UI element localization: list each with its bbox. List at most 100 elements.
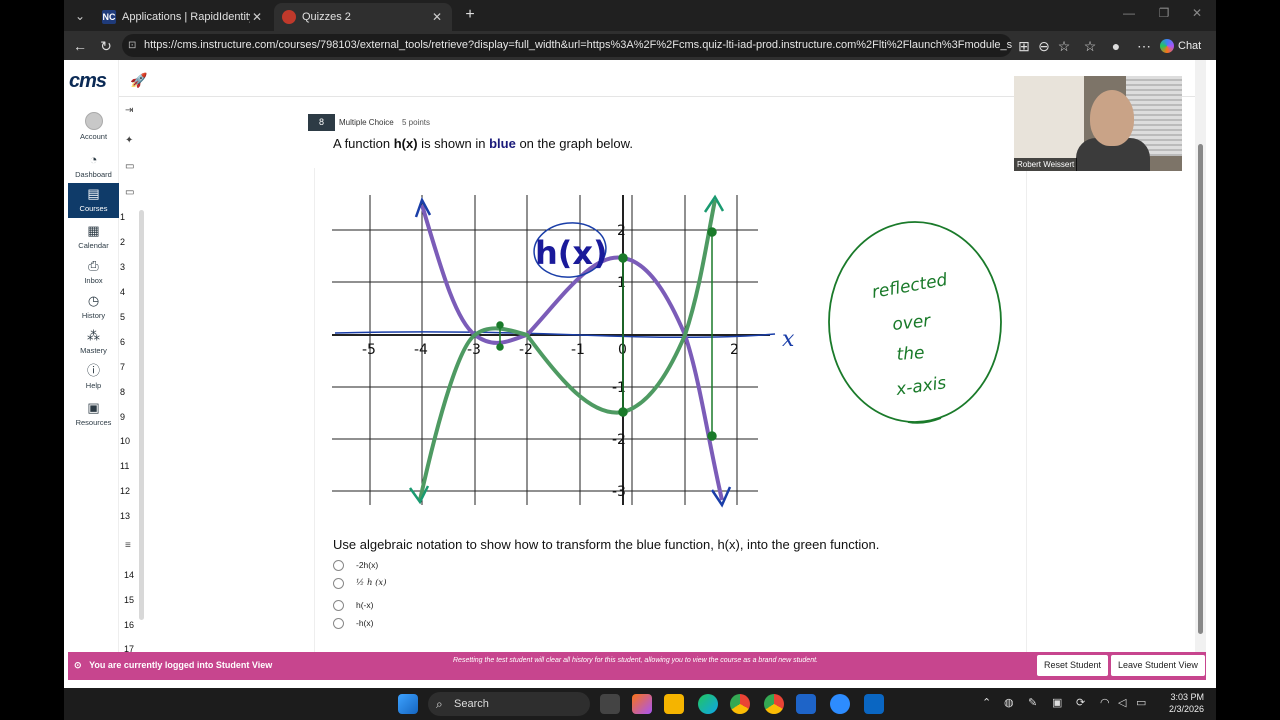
reset-notice: Resetting the test student will clear al… — [453, 657, 818, 664]
dashboard-icon: ◔ — [89, 152, 98, 167]
cms-logo[interactable]: cms — [69, 70, 119, 94]
question-link[interactable]: 7 — [120, 362, 125, 372]
back-icon[interactable]: ← — [70, 36, 90, 56]
taskbar-search[interactable]: ⌕ Search — [428, 692, 590, 716]
favorite-star-icon[interactable]: ☆ — [1054, 36, 1074, 56]
taskbar: ⌕ Search ⌃ ◍ ✎ ▣ ⟳ ◠ ◁ ▭ 3:03 PM 2/3/202… — [64, 688, 1216, 720]
close-tab-icon[interactable]: ✕ — [250, 10, 264, 24]
search-label: Search — [454, 698, 489, 710]
site-info-icon[interactable]: ⊡ — [128, 34, 136, 57]
collapse-icon[interactable]: ⇥ — [125, 105, 133, 116]
webcam-overlay[interactable]: Robert Weissert — [1014, 76, 1182, 171]
calculator-icon[interactable]: ▭ — [125, 187, 134, 198]
nav-account[interactable]: Account — [68, 112, 119, 146]
nav-help[interactable]: ⓘ Help — [68, 363, 119, 397]
radio-button[interactable] — [333, 617, 344, 629]
question-link[interactable]: 4 — [120, 287, 125, 297]
task-view-icon[interactable] — [600, 694, 620, 714]
radio-button[interactable] — [333, 577, 344, 589]
answer-option[interactable]: ½ h (x) — [333, 576, 387, 590]
question-link[interactable]: 3 — [120, 262, 125, 272]
minimize-icon[interactable]: — — [1114, 6, 1144, 20]
nav-mastery[interactable]: ⁂ Mastery — [68, 328, 119, 362]
apps-icon[interactable]: ⊞ — [1014, 36, 1034, 56]
tab-rapididentity[interactable]: NC Applications | RapidIdentity ✕ — [94, 3, 272, 31]
chrome-profile-icon[interactable] — [764, 694, 784, 714]
maximize-icon[interactable]: ❐ — [1149, 6, 1179, 20]
close-window-icon[interactable]: ✕ — [1182, 6, 1212, 20]
edge-icon[interactable] — [698, 694, 718, 714]
option-label: h(-x) — [356, 600, 374, 610]
tab-list-icon[interactable]: ⌄ — [70, 6, 90, 26]
more-icon[interactable]: ⋯ — [1134, 36, 1154, 56]
screen-capture-icon[interactable] — [864, 694, 884, 714]
answer-option[interactable]: -h(x) — [333, 616, 373, 630]
tray-meet-icon[interactable]: ▣ — [1052, 696, 1062, 709]
start-icon[interactable] — [398, 694, 418, 714]
pin-icon[interactable]: ✦ — [125, 135, 133, 146]
clock[interactable]: 3:03 PM 2/3/2026 — [1158, 691, 1204, 715]
nav-history[interactable]: ◷ History — [68, 293, 119, 327]
question-link[interactable]: 16 — [124, 620, 134, 630]
nav-dashboard[interactable]: ◔ Dashboard — [68, 152, 119, 186]
nav-courses[interactable]: ▤ Courses — [68, 183, 119, 218]
zoom-icon[interactable] — [830, 694, 850, 714]
question-link[interactable]: 9 — [120, 412, 125, 422]
tab-quizzes[interactable]: Quizzes 2 ✕ — [274, 3, 452, 31]
question-link[interactable]: 12 — [120, 486, 130, 496]
question-nav-scrollbar[interactable] — [139, 210, 144, 620]
student-view-message: ⊙ You are currently logged into Student … — [74, 660, 272, 671]
y-tick-label: 2 — [617, 223, 626, 239]
nav-calendar[interactable]: ▦ Calendar — [68, 223, 119, 257]
reload-icon[interactable]: ↻ — [96, 36, 116, 56]
tray-app-icon[interactable]: ◍ — [1004, 696, 1014, 709]
outlook-icon[interactable] — [796, 694, 816, 714]
question-link[interactable]: 14 — [124, 570, 134, 580]
rocket-icon[interactable]: 🚀 — [130, 72, 147, 89]
new-tab-icon[interactable]: + — [460, 6, 480, 24]
copilot-icon[interactable] — [632, 694, 652, 714]
question-link[interactable]: 10 — [120, 436, 130, 446]
battery-icon[interactable]: ▭ — [1136, 696, 1146, 709]
question-link[interactable]: 1 — [120, 212, 125, 222]
list-icon[interactable]: ≡ — [125, 540, 131, 551]
question-link[interactable]: 5 — [120, 312, 125, 322]
question-link[interactable]: 2 — [120, 237, 125, 247]
prompt-color-word: blue — [489, 136, 516, 151]
file-explorer-icon[interactable] — [664, 694, 684, 714]
x-tick-label: 2 — [730, 342, 739, 358]
question-link[interactable]: 13 — [120, 511, 130, 521]
nav-resources[interactable]: ▣ Resources — [68, 400, 119, 434]
url-field[interactable]: ⊡ https://cms.instructure.com/courses/79… — [122, 34, 1012, 57]
chrome-icon[interactable] — [730, 694, 750, 714]
wifi-icon[interactable]: ◠ — [1100, 696, 1110, 709]
nav-inbox[interactable]: ⎙ Inbox — [68, 258, 119, 292]
question-link[interactable]: 15 — [124, 595, 134, 605]
chat-button[interactable]: Chat — [1160, 37, 1212, 55]
page-scrollbar[interactable] — [1195, 60, 1206, 652]
profile-icon[interactable]: ● — [1106, 36, 1126, 56]
tray-pen-icon[interactable]: ✎ — [1028, 696, 1037, 709]
answer-option[interactable]: -2h(x) — [333, 558, 378, 572]
divider — [314, 168, 315, 652]
volume-icon[interactable]: ◁ — [1118, 696, 1126, 709]
question-link[interactable]: 8 — [120, 387, 125, 397]
scrollbar-thumb[interactable] — [1198, 144, 1203, 634]
leave-student-view-button[interactable]: Leave Student View — [1111, 655, 1205, 676]
global-nav: cms Account ◔ Dashboard ▤ Courses ▦ Cale… — [68, 60, 119, 652]
handwritten-hx-label: h(x) — [535, 234, 608, 272]
zoom-icon[interactable]: ⊖ — [1034, 36, 1054, 56]
question-link[interactable]: 11 — [120, 461, 129, 471]
question-link[interactable]: 6 — [120, 337, 125, 347]
reset-student-button[interactable]: Reset Student — [1037, 655, 1109, 676]
radio-button[interactable] — [333, 599, 344, 611]
close-tab-icon[interactable]: ✕ — [430, 10, 444, 24]
inbox-icon: ⎙ — [88, 258, 99, 273]
tray-chevron-icon[interactable]: ⌃ — [982, 696, 991, 709]
tray-sync-icon[interactable]: ⟳ — [1076, 696, 1085, 709]
radio-button[interactable] — [333, 559, 344, 571]
notes-icon[interactable]: ▭ — [125, 161, 134, 172]
address-bar: ← ↻ ⊡ https://cms.instructure.com/course… — [64, 31, 1216, 60]
answer-option[interactable]: h(-x) — [333, 598, 373, 612]
favorites-icon[interactable]: ☆ — [1080, 36, 1100, 56]
